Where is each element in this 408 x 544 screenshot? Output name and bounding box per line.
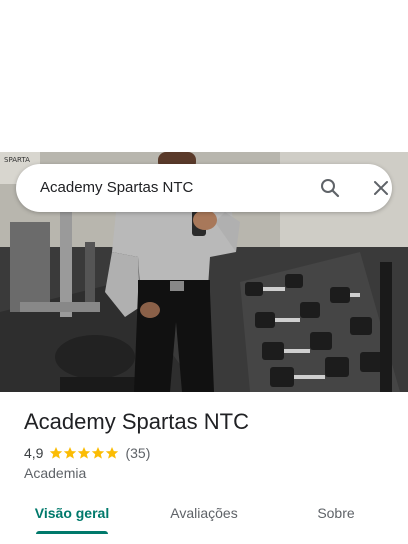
close-icon[interactable] (369, 176, 393, 200)
star-icon (50, 447, 63, 459)
star-rating (49, 446, 119, 460)
place-tabs: Visão geral Avaliações Sobre (0, 496, 408, 536)
place-category: Academia (24, 465, 87, 481)
place-title: Academy Spartas NTC (24, 409, 249, 434)
review-count[interactable]: (35) (125, 445, 150, 461)
tab-reviews[interactable]: Avaliações (156, 496, 252, 536)
tab-overview[interactable]: Visão geral (24, 496, 120, 536)
star-icon (106, 447, 119, 459)
rating-value: 4,9 (24, 445, 44, 461)
search-bar[interactable]: Academy Spartas NTC (16, 164, 392, 212)
gym-sign-text: SPARTA (4, 156, 30, 164)
star-icon (78, 447, 91, 459)
search-input[interactable]: Academy Spartas NTC (40, 164, 193, 212)
active-tab-indicator (36, 531, 108, 534)
rating-row[interactable]: 4,9 (35) (24, 444, 150, 462)
search-icon[interactable] (318, 176, 342, 200)
star-icon (64, 447, 77, 459)
tab-about[interactable]: Sobre (288, 496, 384, 536)
star-icon (92, 447, 105, 459)
